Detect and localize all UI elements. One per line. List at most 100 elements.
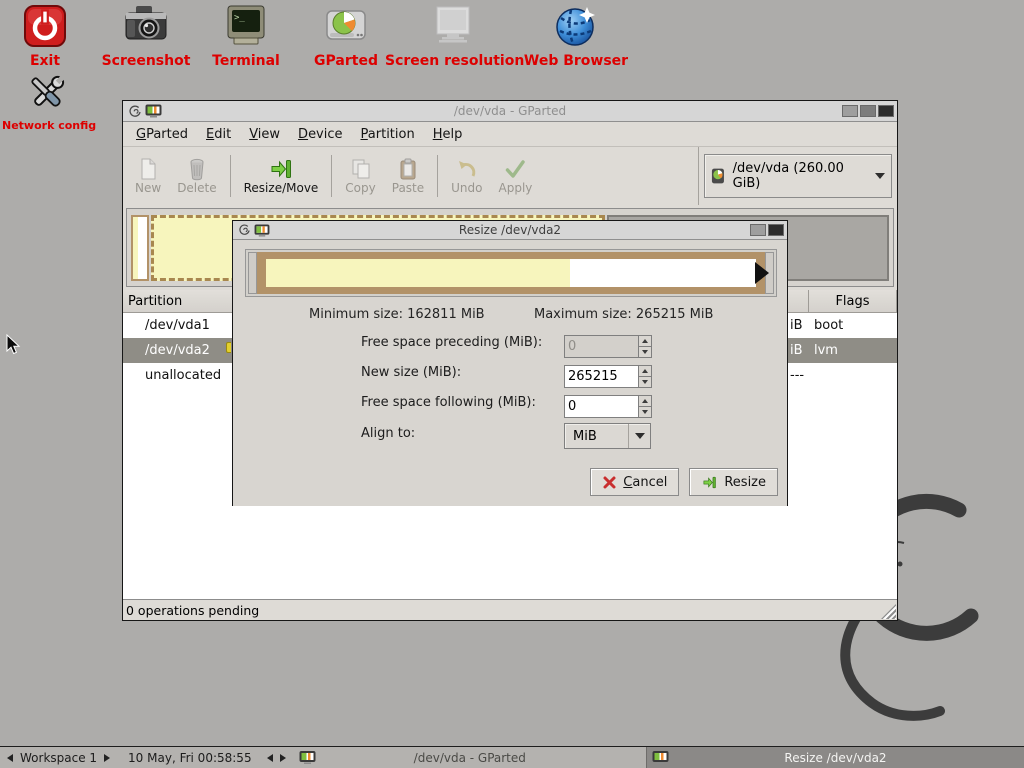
resize-arrow-icon xyxy=(701,475,718,490)
toolbar-separator xyxy=(331,155,332,197)
toolbar-delete-button[interactable]: Delete xyxy=(169,154,224,198)
task-next-icon[interactable] xyxy=(280,754,286,762)
device-disk-icon xyxy=(711,167,728,185)
toolbar-button-label: Apply xyxy=(499,181,533,195)
desktop-icon-exit[interactable]: Exit xyxy=(5,4,85,69)
toolbar-button-label: Paste xyxy=(392,181,424,195)
maximize-button[interactable] xyxy=(860,105,876,117)
resize-grip[interactable] xyxy=(881,604,896,619)
column-header-size[interactable] xyxy=(790,290,809,312)
desktop-icon-label: Terminal xyxy=(201,53,291,69)
new-size-label: New size (MiB): xyxy=(361,365,461,380)
desktop-icon-gparted[interactable]: GParted xyxy=(301,4,391,69)
clock: 10 May, Fri 00:58:55 xyxy=(128,751,252,765)
toolbar-paste-button[interactable]: Paste xyxy=(384,154,432,198)
close-button[interactable] xyxy=(878,105,894,117)
warning-icon-fragment xyxy=(226,342,231,353)
menu-edit[interactable]: Edit xyxy=(197,124,240,145)
menu-view[interactable]: View xyxy=(240,124,289,145)
device-selector-value: /dev/vda (260.00 GiB) xyxy=(733,161,865,191)
dialog-close-button[interactable] xyxy=(768,224,784,236)
partition-name: /dev/vda2 xyxy=(123,343,236,358)
toolbar-separator xyxy=(230,155,231,197)
menu-partition[interactable]: Partition xyxy=(352,124,424,145)
main-window-title: /dev/vda - GParted xyxy=(123,104,897,118)
new-partition-icon xyxy=(136,157,160,181)
size-fragment: --- xyxy=(790,368,809,383)
free-space-preceding-input[interactable] xyxy=(564,335,638,358)
desktop-icon-label: Screenshot xyxy=(101,53,191,69)
right-resize-handle-arrow-icon[interactable] xyxy=(755,262,769,284)
align-to-dropdown[interactable]: MiB xyxy=(564,423,651,449)
free-space-following-input[interactable] xyxy=(564,395,638,418)
new-size-input[interactable] xyxy=(564,365,638,388)
desktop-icon-label: Screen resolution xyxy=(385,53,521,69)
spin-down-button[interactable] xyxy=(638,377,652,388)
toolbar-button-label: Resize/Move xyxy=(244,181,319,195)
desktop-icon-label: Exit xyxy=(5,53,85,69)
spin-up-button[interactable] xyxy=(638,395,652,407)
task-prev-icon[interactable] xyxy=(267,754,273,762)
workspace-next-icon[interactable] xyxy=(104,754,110,762)
column-header-partition[interactable]: Partition xyxy=(123,290,236,312)
toolbar-copy-button[interactable]: Copy xyxy=(337,154,383,198)
maximum-size-label: Maximum size: 265215 MiB xyxy=(534,307,713,322)
menubar: GParted Edit View Device Partition Help xyxy=(123,122,897,147)
taskbar-item-title: Resize /dev/vda2 xyxy=(647,751,1024,765)
spin-up-button[interactable] xyxy=(638,365,652,377)
toolbar-new-button[interactable]: New xyxy=(127,154,169,198)
cancel-x-icon xyxy=(602,475,617,490)
desktop-icon-screen-resolution[interactable]: Screen resolution xyxy=(385,4,521,69)
align-to-label: Align to: xyxy=(361,426,415,441)
toolbar-button-label: Delete xyxy=(177,181,216,195)
taskbar-item-resize-dialog[interactable]: Resize /dev/vda2 xyxy=(646,747,1024,768)
desktop-icon-web-browser[interactable]: Web Browser xyxy=(518,4,634,69)
column-header-flags[interactable]: Flags xyxy=(809,290,897,312)
resize-slider-widget[interactable] xyxy=(245,249,777,297)
new-size-spinner xyxy=(564,365,652,388)
menu-help[interactable]: Help xyxy=(424,124,472,145)
menu-gparted[interactable]: GParted xyxy=(127,124,197,145)
desktop-icon-screenshot[interactable]: Screenshot xyxy=(101,4,191,69)
resize-dialog: Resize /dev/vda2 Minimum size: 162811 Mi… xyxy=(232,220,788,506)
align-to-value: MiB xyxy=(565,429,628,444)
terminal-icon: >_ xyxy=(201,4,291,50)
dialog-titlebar[interactable]: Resize /dev/vda2 xyxy=(233,221,787,240)
main-window-titlebar[interactable]: /dev/vda - GParted xyxy=(123,101,897,122)
device-selector[interactable]: /dev/vda (260.00 GiB) xyxy=(704,154,892,198)
left-resize-handle[interactable] xyxy=(248,252,257,294)
operations-pending-text: 0 operations pending xyxy=(126,603,259,618)
spin-down-button[interactable] xyxy=(638,407,652,418)
toolbar-resize-move-button[interactable]: Resize/Move xyxy=(236,154,327,198)
menu-device[interactable]: Device xyxy=(289,124,351,145)
spin-down-button[interactable] xyxy=(638,347,652,358)
spin-up-button[interactable] xyxy=(638,335,652,347)
partition-visual-vda1[interactable] xyxy=(131,215,149,281)
free-space-preceding-spinner xyxy=(564,335,652,358)
resize-button[interactable]: Resize xyxy=(689,468,778,496)
partition-name: /dev/vda1 xyxy=(123,318,236,333)
chevron-down-icon xyxy=(875,173,885,179)
toolbar-undo-button[interactable]: Undo xyxy=(443,154,490,198)
taskbar-item-gparted[interactable]: /dev/vda - GParted xyxy=(294,747,646,768)
free-space-following-spinner xyxy=(564,395,652,418)
status-bar: 0 operations pending xyxy=(123,599,897,620)
power-icon xyxy=(5,4,85,50)
tools-icon xyxy=(2,70,92,116)
gparted-disk-icon xyxy=(301,4,391,50)
toolbar: New Delete Resize/Move Copy Paste Undo A… xyxy=(123,147,897,205)
dropdown-button[interactable] xyxy=(628,424,650,448)
used-space-bar xyxy=(266,259,570,287)
minimize-button[interactable] xyxy=(842,105,858,117)
monitor-icon xyxy=(385,4,521,50)
workspace-prev-icon[interactable] xyxy=(7,754,13,762)
desktop-icon-label: Network config xyxy=(2,119,92,132)
toolbar-apply-button[interactable]: Apply xyxy=(491,154,541,198)
dialog-maximize-button[interactable] xyxy=(750,224,766,236)
desktop-icon-network-config[interactable]: Network config xyxy=(2,70,92,132)
partition-name: unallocated xyxy=(123,368,236,383)
toolbar-divider xyxy=(698,147,699,205)
desktop-icon-terminal[interactable]: >_ Terminal xyxy=(201,4,291,69)
free-space-following-label: Free space following (MiB): xyxy=(361,395,536,410)
cancel-button[interactable]: Cancel xyxy=(590,468,679,496)
